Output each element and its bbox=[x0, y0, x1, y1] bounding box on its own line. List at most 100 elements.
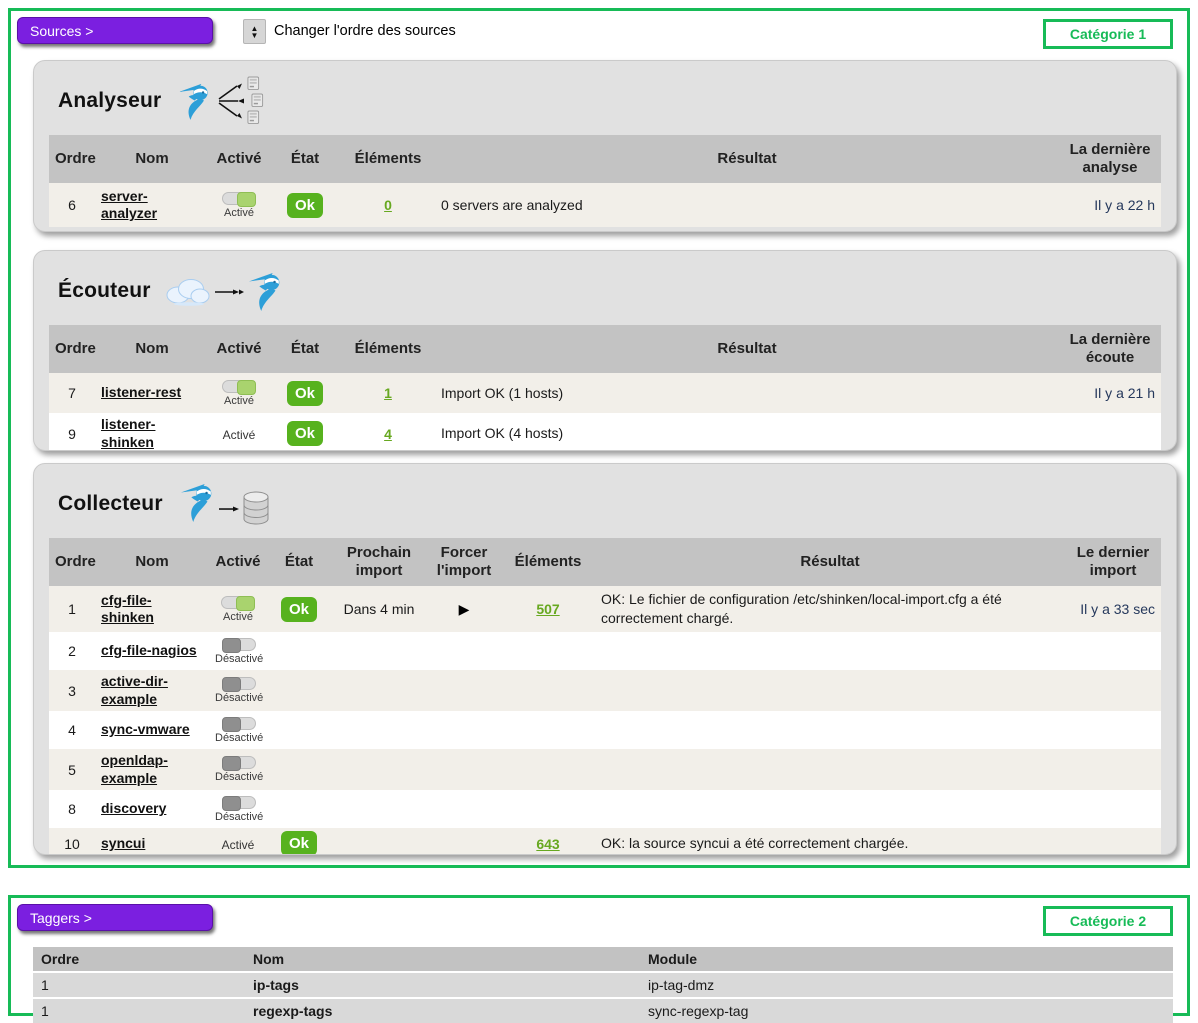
active-toggle[interactable]: Désactivé bbox=[215, 717, 263, 744]
shinken-ninja-icon bbox=[249, 273, 279, 311]
active-label: Activé bbox=[223, 428, 256, 442]
col-ordre: Ordre bbox=[49, 135, 95, 183]
result-cell: 0 servers are analyzed bbox=[435, 183, 1059, 227]
ordre-cell: 4 bbox=[49, 711, 95, 749]
fanout-arrows-icon bbox=[219, 86, 238, 116]
elements-link[interactable]: 4 bbox=[384, 426, 392, 442]
col-last-import: Le dernier import bbox=[1065, 538, 1161, 586]
col-nom: Nom bbox=[245, 947, 640, 972]
source-link[interactable]: cfg-file-nagios bbox=[101, 642, 197, 660]
last-run-cell: Il y a 22 h bbox=[1059, 183, 1161, 227]
status-badge: Ok bbox=[281, 831, 317, 855]
collecteur-table: Ordre Nom Activé État Prochain import Fo… bbox=[49, 538, 1161, 855]
status-badge: Ok bbox=[281, 597, 317, 622]
source-link[interactable]: syncui bbox=[101, 835, 145, 853]
source-link[interactable]: openldap-example bbox=[101, 752, 203, 787]
col-module: Module bbox=[640, 947, 1173, 972]
sources-section: Sources > ▲ ▼ Changer l'ordre des source… bbox=[8, 8, 1190, 868]
analyseur-icon bbox=[175, 75, 279, 127]
elements-link[interactable]: 643 bbox=[536, 836, 559, 852]
source-link[interactable]: server-analyzer bbox=[101, 188, 203, 223]
col-active: Activé bbox=[209, 538, 267, 586]
active-toggle[interactable]: Désactivé bbox=[215, 756, 263, 783]
table-row: 1 ip-tags ip-tag-dmz bbox=[33, 972, 1173, 998]
tagger-name: regexp-tags bbox=[245, 998, 640, 1023]
ecouteur-panel: Écouteur Ordre Nom Activé État Éléments … bbox=[33, 250, 1177, 451]
category-1-badge: Catégorie 1 bbox=[1043, 19, 1173, 49]
col-etat: État bbox=[269, 135, 341, 183]
active-toggle[interactable]: Activé bbox=[222, 192, 256, 219]
ordre-cell: 6 bbox=[49, 183, 95, 227]
next-import-cell: Dans 4 min bbox=[331, 586, 427, 632]
result-cell: Import OK (1 hosts) bbox=[435, 373, 1059, 413]
ordre-cell: 1 bbox=[49, 586, 95, 632]
col-resultat: Résultat bbox=[595, 538, 1065, 586]
result-cell: OK: la source syncui a été correctement … bbox=[595, 828, 1065, 855]
force-import-play-icon[interactable]: ▶ bbox=[459, 601, 470, 617]
source-link[interactable]: discovery bbox=[101, 800, 166, 818]
collecteur-panel: Collecteur Ordre Nom Activé État Prochai… bbox=[33, 463, 1177, 855]
col-ordre: Ordre bbox=[49, 325, 95, 373]
col-ordre: Ordre bbox=[49, 538, 95, 586]
table-row: 6 server-analyzer Activé Ok 0 0 servers … bbox=[49, 183, 1161, 227]
change-order-label: Changer l'ordre des sources bbox=[274, 23, 456, 39]
collecteur-icon bbox=[177, 479, 277, 529]
toggle-label: Désactivé bbox=[215, 692, 263, 704]
ecouteur-title: Écouteur bbox=[58, 279, 151, 303]
last-run-cell: Il y a 21 h bbox=[1059, 373, 1161, 413]
active-toggle[interactable]: Désactivé bbox=[215, 638, 263, 665]
analyseur-title: Analyseur bbox=[58, 89, 161, 113]
elements-link[interactable]: 0 bbox=[384, 197, 392, 213]
last-run-cell bbox=[1065, 828, 1161, 855]
source-link[interactable]: cfg-file-shinken bbox=[101, 592, 203, 627]
taggers-button[interactable]: Taggers > bbox=[17, 904, 213, 931]
database-icon bbox=[244, 492, 268, 524]
source-link[interactable]: sync-vmware bbox=[101, 721, 190, 739]
category-2-badge: Catégorie 2 bbox=[1043, 906, 1173, 936]
active-toggle[interactable]: Activé bbox=[222, 380, 256, 407]
col-nom: Nom bbox=[95, 538, 209, 586]
last-run-cell bbox=[1059, 413, 1161, 451]
col-nom: Nom bbox=[95, 135, 209, 183]
table-row: 9 listener-shinken Activé Ok 4 Import OK… bbox=[49, 413, 1161, 451]
elements-link[interactable]: 1 bbox=[384, 385, 392, 401]
active-toggle[interactable]: Désactivé bbox=[215, 677, 263, 704]
shinken-ninja-icon bbox=[181, 484, 211, 522]
table-row: 5 openldap-example Désactivé bbox=[49, 749, 1161, 790]
status-badge: Ok bbox=[287, 193, 323, 218]
cloud-icon bbox=[167, 280, 209, 306]
ordre-cell: 1 bbox=[33, 998, 245, 1023]
sources-button[interactable]: Sources > bbox=[17, 17, 213, 44]
ordre-cell: 7 bbox=[49, 373, 95, 413]
source-link[interactable]: active-dir-example bbox=[101, 673, 203, 708]
toggle-label: Désactivé bbox=[215, 732, 263, 744]
table-row: 4 sync-vmware Désactivé bbox=[49, 711, 1161, 749]
table-row: 8 discovery Désactivé bbox=[49, 790, 1161, 828]
col-last-analyse: La dernière analyse bbox=[1059, 135, 1161, 183]
ordre-cell: 1 bbox=[33, 972, 245, 998]
table-row: 3 active-dir-example Désactivé bbox=[49, 670, 1161, 711]
elements-link[interactable]: 507 bbox=[536, 601, 559, 617]
ordre-cell: 2 bbox=[49, 632, 95, 670]
col-prochain-import: Prochain import bbox=[331, 538, 427, 586]
server-icon bbox=[248, 77, 259, 90]
col-resultat: Résultat bbox=[435, 135, 1059, 183]
source-link[interactable]: listener-rest bbox=[101, 384, 181, 402]
source-link[interactable]: listener-shinken bbox=[101, 416, 203, 451]
active-toggle[interactable]: Désactivé bbox=[215, 796, 263, 823]
table-row: 7 listener-rest Activé Ok 1 Import OK (1… bbox=[49, 373, 1161, 413]
col-active: Activé bbox=[209, 135, 269, 183]
tagger-module: sync-regexp-tag bbox=[640, 998, 1173, 1023]
col-elements: Éléments bbox=[341, 135, 435, 183]
toggle-label: Désactivé bbox=[215, 653, 263, 665]
col-etat: État bbox=[267, 538, 331, 586]
ordre-cell: 9 bbox=[49, 413, 95, 451]
taggers-section: Taggers > Catégorie 2 Ordre Nom Module 1… bbox=[8, 895, 1190, 1016]
analyseur-table: Ordre Nom Activé État Éléments Résultat … bbox=[49, 135, 1161, 227]
col-forcer-import: Forcer l'import bbox=[427, 538, 501, 586]
change-order-button[interactable]: ▲ ▼ bbox=[243, 19, 266, 44]
shinken-ninja-icon bbox=[179, 84, 208, 120]
toggle-label: Désactivé bbox=[215, 771, 263, 783]
result-cell: OK: Le fichier de configuration /etc/shi… bbox=[595, 586, 1065, 632]
active-toggle[interactable]: Activé bbox=[221, 596, 255, 623]
